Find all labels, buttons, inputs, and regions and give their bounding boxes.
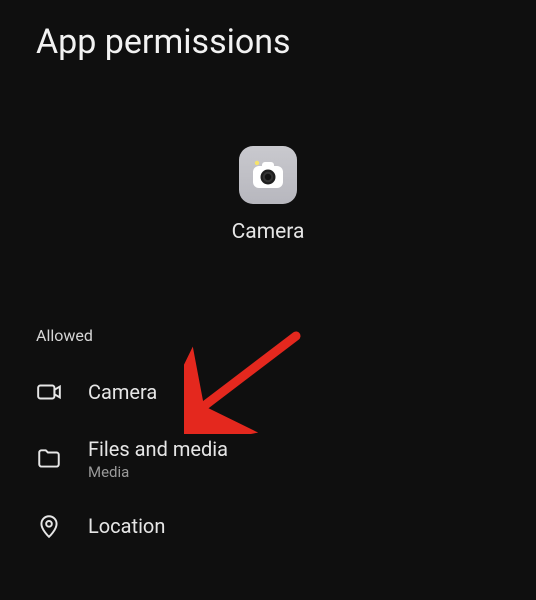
permission-row-camera[interactable]: Camera <box>0 363 536 421</box>
permission-sublabel: Media <box>88 463 228 481</box>
permission-text: Location <box>88 514 165 538</box>
page-title: App permissions <box>0 0 536 74</box>
section-header-allowed: Allowed <box>0 326 536 345</box>
permission-label: Files and media <box>88 437 228 461</box>
permission-text: Files and media Media <box>88 437 228 481</box>
permission-label: Location <box>88 514 165 538</box>
camera-app-icon <box>248 155 288 195</box>
permission-text: Camera <box>88 380 157 404</box>
folder-icon <box>36 446 62 472</box>
permission-label: Camera <box>88 380 157 404</box>
app-icon <box>239 146 297 204</box>
location-icon <box>36 513 62 539</box>
camera-icon <box>36 379 62 405</box>
app-name-label: Camera <box>232 220 305 244</box>
permission-row-location[interactable]: Location <box>0 497 536 555</box>
app-header: Camera <box>0 146 536 244</box>
permission-row-files[interactable]: Files and media Media <box>0 421 536 497</box>
